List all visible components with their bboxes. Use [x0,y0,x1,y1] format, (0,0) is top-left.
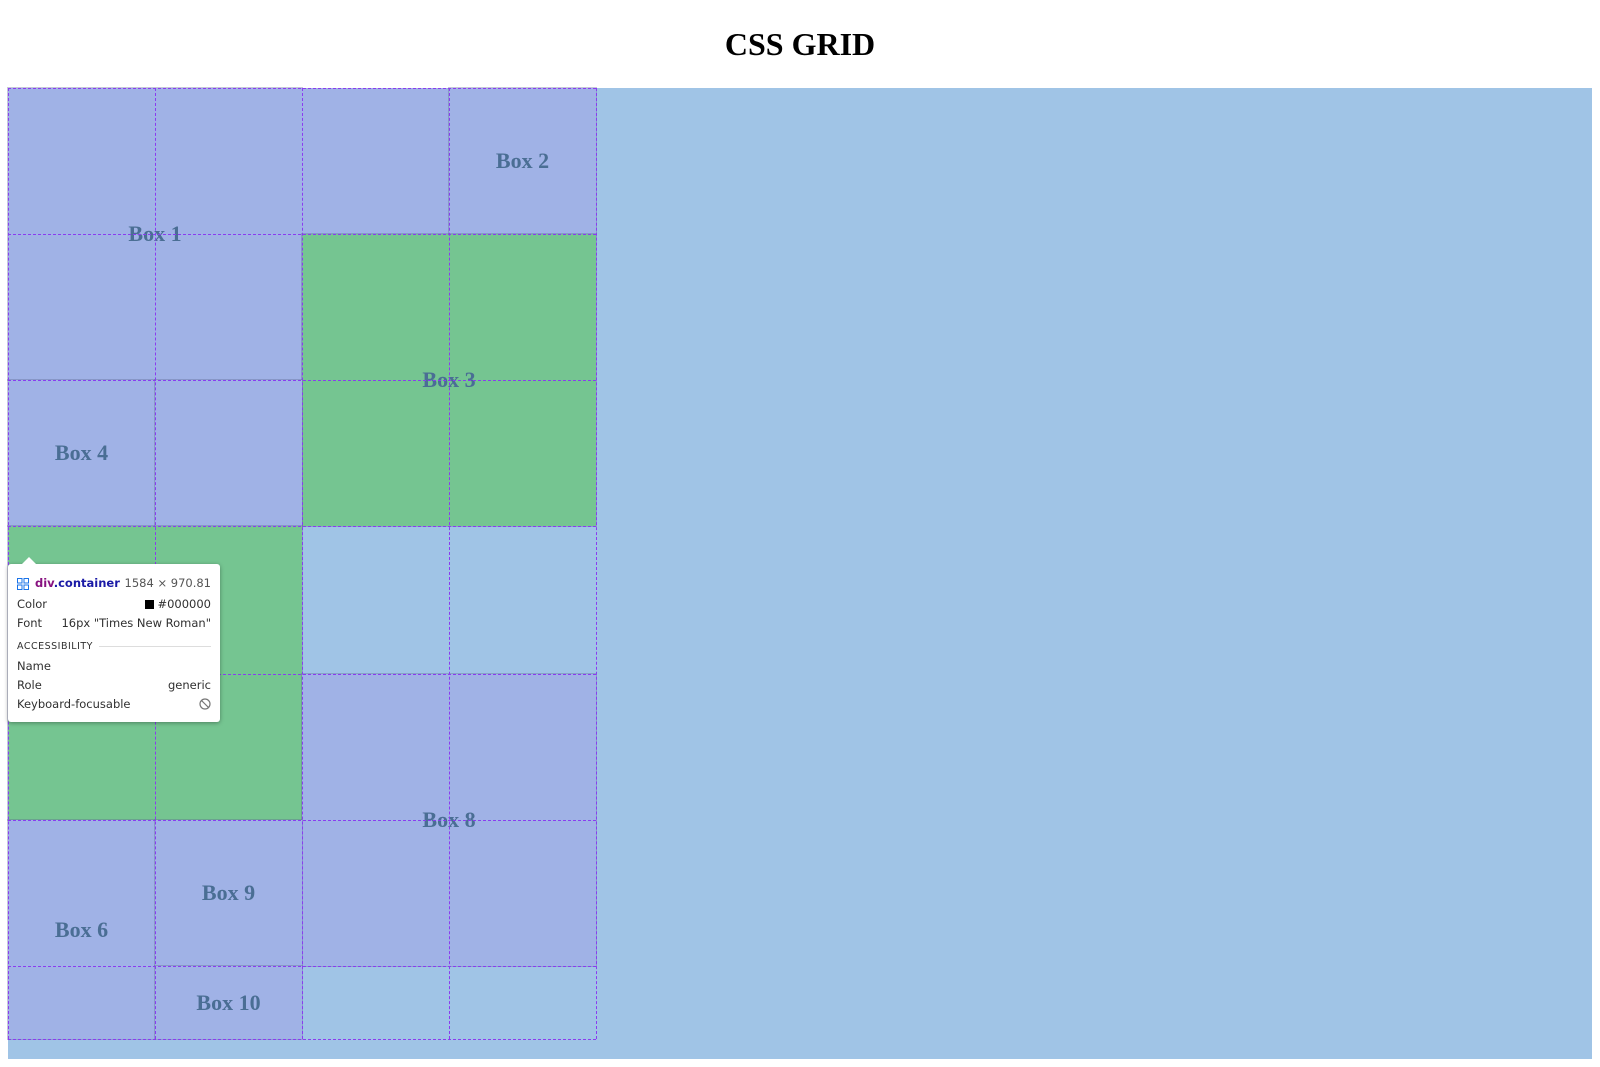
grid-line-vertical [302,88,303,1039]
page-title: CSS GRID [724,26,876,62]
grid-line-horizontal [8,380,596,381]
color-label: Color [17,596,48,611]
color-value: #000000 [157,596,211,611]
role-value: generic [168,677,211,692]
tooltip-row-role: Role generic [17,675,211,694]
font-value: 16px "Times New Roman" [61,615,211,630]
grid-line-horizontal [8,88,596,89]
tooltip-row-font: Font 16px "Times New Roman" [17,613,211,632]
keyboard-focusable-label: Keyboard-focusable [17,696,131,711]
grid-box-9: Box 9 [154,819,303,967]
accessibility-section-heading: ACCESSIBILITY [17,636,211,656]
inspector-tooltip: div.container 1584 × 970.81 Color #00000… [8,557,220,722]
tooltip-row-keyboard: Keyboard-focusable [17,694,211,713]
grid-cell-filler [302,88,449,234]
grid-box-2: Box 2 [448,87,597,235]
tooltip-row-name: Name [17,656,211,675]
element-tag: div [35,576,54,590]
box-label: Box 2 [495,148,550,173]
grid-container: Box 1 Box 2 Box 3 Box 4 Box 8 Box 6 Box … [7,87,1592,1059]
grid-line-horizontal [8,526,596,527]
box-label: Box 10 [196,989,261,1015]
grid-line-horizontal [8,966,596,967]
tooltip-row-color: Color #000000 [17,594,211,613]
grid-line-horizontal [8,1039,596,1040]
grid-icon [17,577,29,590]
element-dimensions: 1584 × 970.81 [124,576,211,590]
role-label: Role [17,677,42,692]
tooltip-header: div.container 1584 × 970.81 [17,572,211,594]
grid-line-horizontal [8,234,596,235]
element-class: .container [53,576,120,590]
color-swatch [145,599,155,609]
box-label: Box 6 [54,916,109,942]
font-label: Font [17,615,43,630]
grid-box-5 [154,379,303,527]
name-label: Name [17,658,51,673]
box-label: Box 9 [201,880,256,905]
grid-line-vertical [449,88,450,1039]
no-entry-icon [199,697,211,710]
grid-box-4: Box 4 [7,379,156,527]
grid-box-10: Box 10 [154,965,303,1040]
grid-line-horizontal [8,820,596,821]
grid-line-vertical [596,88,597,1039]
box-label: Box 4 [54,440,109,465]
grid-box-6: Box 6 [7,819,156,1040]
